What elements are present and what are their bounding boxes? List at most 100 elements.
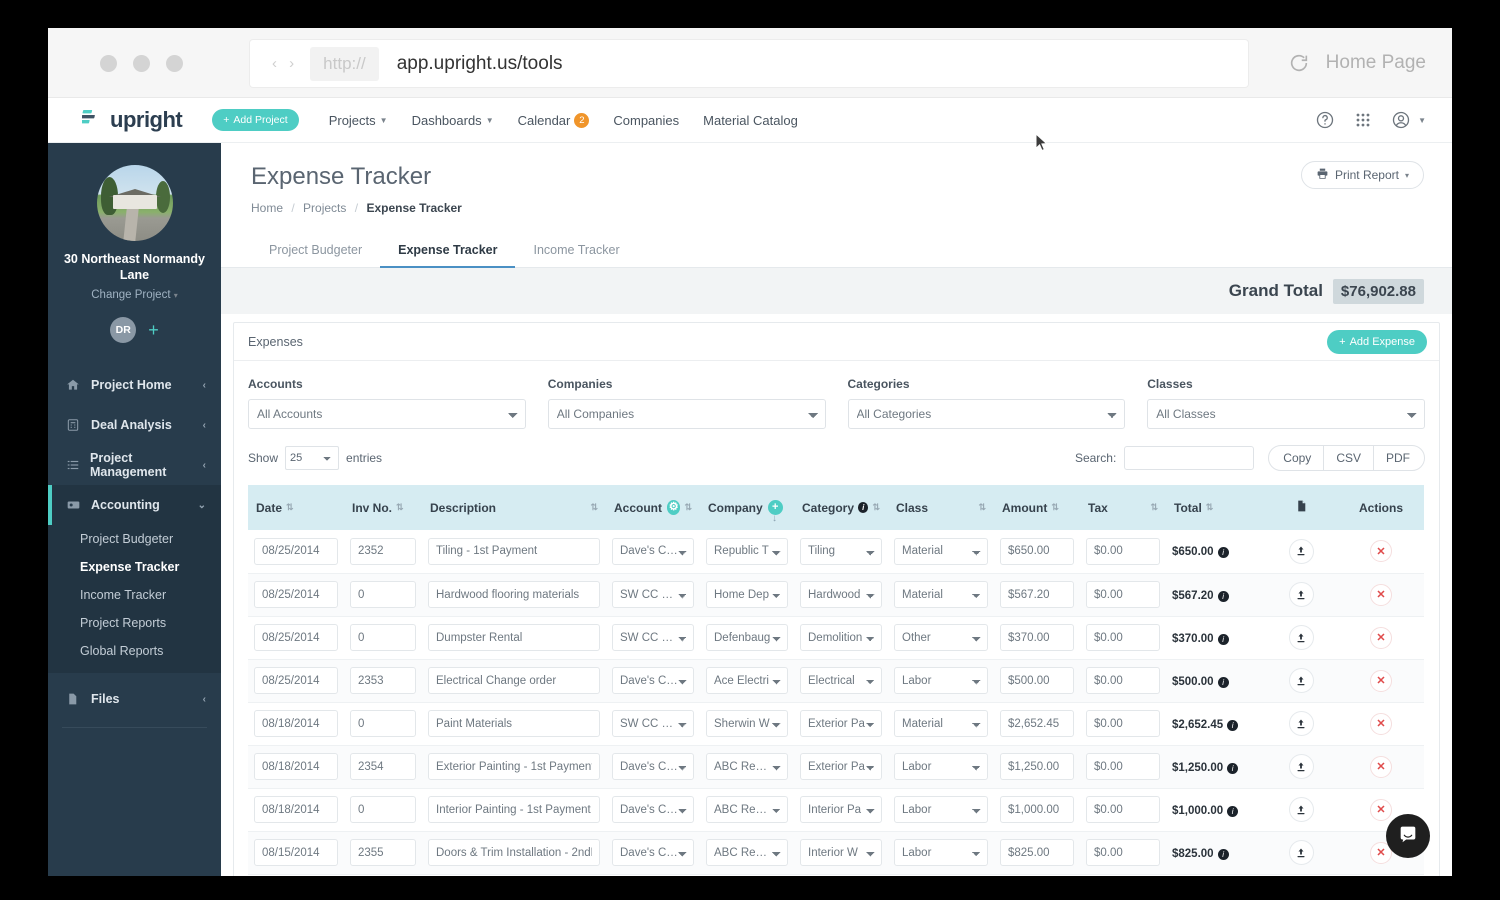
tab-expense-tracker[interactable]: Expense Tracker — [380, 233, 516, 268]
account-select[interactable]: SW CC 245 — [612, 710, 694, 737]
pdf-button[interactable]: PDF — [1373, 445, 1425, 471]
date-input[interactable] — [254, 753, 338, 780]
company-select[interactable]: Ace Electri — [706, 667, 788, 694]
account-select[interactable]: Dave's Che — [612, 667, 694, 694]
company-select[interactable]: Home Dep — [706, 581, 788, 608]
account-menu[interactable]: ▼ — [1391, 110, 1426, 130]
delete-row-button[interactable]: ✕ — [1370, 583, 1392, 606]
nav-link-material-catalog[interactable]: Material Catalog — [703, 113, 798, 128]
upload-receipt-button[interactable] — [1288, 625, 1314, 650]
maximize-window-dot[interactable] — [166, 55, 183, 72]
csv-button[interactable]: CSV — [1323, 445, 1374, 471]
account-select[interactable]: Dave's Che — [612, 537, 694, 565]
tax-input[interactable] — [1086, 624, 1160, 651]
date-input[interactable] — [254, 796, 338, 823]
amount-input[interactable] — [1000, 796, 1074, 823]
info-icon[interactable]: i — [1227, 719, 1239, 731]
category-select[interactable]: Hardwood — [800, 581, 882, 608]
description-input[interactable] — [428, 753, 600, 780]
inv-no-input[interactable] — [350, 537, 416, 565]
sidebar-item-project-management[interactable]: Project Management ‹ — [48, 445, 221, 485]
inv-no-input[interactable] — [350, 753, 416, 780]
address-bar[interactable]: ‹ › http:// app.upright.us/tools — [250, 40, 1248, 87]
sidebar-item-global-reports[interactable]: Global Reports — [48, 637, 221, 665]
description-input[interactable] — [428, 667, 600, 694]
inv-no-input[interactable] — [350, 796, 416, 823]
tab-income-tracker[interactable]: Income Tracker — [515, 233, 637, 268]
col-tax[interactable]: Tax ⇅ — [1080, 485, 1166, 530]
category-select[interactable]: Exterior Pa — [800, 710, 882, 737]
upload-receipt-button[interactable] — [1288, 668, 1314, 693]
tax-input[interactable] — [1086, 796, 1160, 823]
breadcrumb-projects[interactable]: Projects — [303, 201, 346, 215]
upload-receipt-button[interactable] — [1288, 754, 1314, 779]
category-select[interactable]: Exterior Pa — [800, 753, 882, 780]
browser-tab[interactable]: Home Page — [1288, 28, 1426, 98]
inv-no-input[interactable] — [350, 581, 416, 608]
amount-input[interactable] — [1000, 753, 1074, 780]
search-input[interactable] — [1124, 446, 1255, 470]
inv-no-input[interactable] — [350, 667, 416, 694]
upload-receipt-button[interactable] — [1288, 582, 1314, 607]
date-input[interactable] — [254, 581, 338, 608]
info-icon[interactable]: i — [1217, 633, 1229, 645]
description-input[interactable] — [428, 710, 600, 737]
description-input[interactable] — [428, 537, 600, 565]
description-input[interactable] — [428, 839, 600, 866]
tax-input[interactable] — [1086, 537, 1160, 565]
add-project-button[interactable]: + Add Project — [212, 109, 299, 131]
tax-input[interactable] — [1086, 839, 1160, 866]
class-select[interactable]: Other — [894, 624, 988, 651]
copy-button[interactable]: Copy — [1268, 445, 1325, 471]
col-category[interactable]: Category i ⇅ — [794, 485, 888, 530]
company-select[interactable]: Republic T — [706, 537, 788, 565]
account-select[interactable]: Dave's Che — [612, 839, 694, 866]
inv-no-input[interactable] — [350, 624, 416, 651]
upload-receipt-button[interactable] — [1288, 711, 1314, 736]
account-select[interactable]: SW CC 245 — [612, 624, 694, 651]
nav-link-projects[interactable]: Projects ▼ — [329, 113, 388, 128]
company-select[interactable]: Sherwin W — [706, 710, 788, 737]
col-description[interactable]: Description ⇅ — [422, 485, 606, 530]
amount-input[interactable] — [1000, 537, 1074, 565]
col-date[interactable]: Date ⇅ — [248, 485, 344, 530]
col-total[interactable]: Total ⇅ — [1166, 485, 1264, 530]
category-select[interactable]: Demolition — [800, 624, 882, 651]
amount-input[interactable] — [1000, 667, 1074, 694]
amount-input[interactable] — [1000, 581, 1074, 608]
inv-no-input[interactable] — [350, 839, 416, 866]
add-member-icon[interactable]: + — [148, 321, 159, 339]
category-select[interactable]: Interior W — [800, 839, 882, 866]
category-select[interactable]: Electrical — [800, 667, 882, 694]
delete-row-button[interactable]: ✕ — [1370, 712, 1392, 735]
amount-input[interactable] — [1000, 624, 1074, 651]
info-icon[interactable]: i — [1217, 848, 1229, 860]
print-report-button[interactable]: Print Report ▾ — [1300, 161, 1424, 189]
info-icon[interactable]: i — [1217, 676, 1229, 688]
delete-row-button[interactable]: ✕ — [1370, 540, 1392, 563]
col-inv-no[interactable]: Inv No. ⇅ — [344, 485, 422, 530]
col-class[interactable]: Class ⇅ — [888, 485, 994, 530]
delete-row-button[interactable]: ✕ — [1370, 755, 1392, 778]
category-select[interactable]: Interior Pa — [800, 796, 882, 823]
date-input[interactable] — [254, 624, 338, 651]
companies-select[interactable]: All Companies — [547, 399, 826, 429]
tax-input[interactable] — [1086, 667, 1160, 694]
info-icon[interactable]: i — [1217, 547, 1229, 559]
col-account[interactable]: Account ⚙ ⇅ — [606, 485, 700, 530]
class-select[interactable]: Labor — [894, 667, 988, 694]
categories-select[interactable]: All Categories — [847, 399, 1126, 429]
description-input[interactable] — [428, 624, 600, 651]
description-input[interactable] — [428, 581, 600, 608]
tax-input[interactable] — [1086, 710, 1160, 737]
minimize-window-dot[interactable] — [133, 55, 150, 72]
upload-receipt-button[interactable] — [1288, 797, 1314, 822]
classes-select[interactable]: All Classes — [1147, 399, 1425, 429]
reload-icon[interactable] — [1288, 52, 1310, 74]
amount-input[interactable] — [1000, 710, 1074, 737]
account-select[interactable]: SW CC 245 — [612, 581, 694, 608]
nav-link-dashboards[interactable]: Dashboards ▼ — [412, 113, 494, 128]
class-select[interactable]: Labor — [894, 753, 988, 780]
delete-row-button[interactable]: ✕ — [1370, 669, 1392, 692]
account-select[interactable]: Dave's Che — [612, 796, 694, 823]
